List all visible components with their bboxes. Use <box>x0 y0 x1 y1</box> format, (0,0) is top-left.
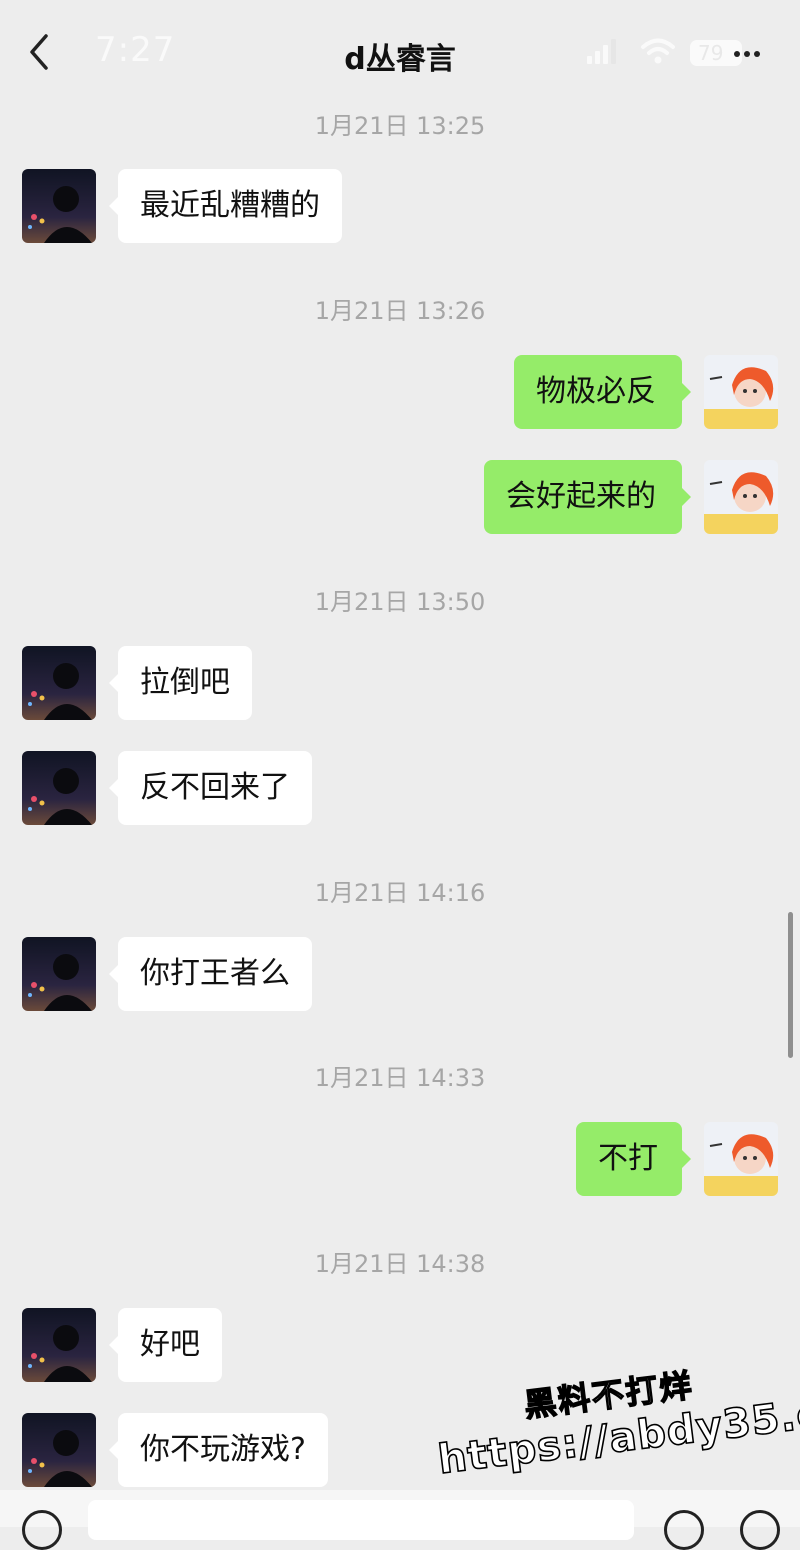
add-icon[interactable] <box>740 1510 780 1550</box>
my-avatar[interactable] <box>704 460 778 534</box>
message-bubble-received[interactable]: 好吧 <box>109 1308 222 1382</box>
chat-title: d丛睿言 <box>344 42 456 77</box>
message-bubble-sent[interactable]: 不打 <box>576 1122 691 1196</box>
more-icon[interactable] <box>734 42 770 62</box>
input-bar <box>0 1490 800 1550</box>
top-bar: 7:27 d丛睿言 79 <box>0 0 800 95</box>
message-bubble-received[interactable]: 你不玩游戏? <box>109 1413 328 1487</box>
watermark: 黑料不打烊 https://abdy35.com <box>430 1336 800 1484</box>
emoji-icon[interactable] <box>664 1510 704 1550</box>
contact-avatar[interactable] <box>22 1308 96 1382</box>
message-bubble-received[interactable]: 最近乱糟糟的 <box>109 169 342 243</box>
signal-icon <box>587 39 616 64</box>
scrollbar[interactable] <box>788 912 793 1058</box>
contact-avatar[interactable] <box>22 751 96 825</box>
wifi-icon <box>641 38 675 64</box>
timestamp: 1月21日 14:38 <box>314 1250 486 1278</box>
message-bubble-received[interactable]: 反不回来了 <box>109 751 312 825</box>
voice-icon[interactable] <box>22 1510 62 1550</box>
timestamp: 1月21日 14:16 <box>314 879 486 907</box>
message-bubble-received[interactable]: 拉倒吧 <box>109 646 252 720</box>
contact-avatar[interactable] <box>22 169 96 243</box>
message-bubble-received[interactable]: 你打王者么 <box>109 937 312 1011</box>
timestamp: 1月21日 13:26 <box>314 297 486 325</box>
timestamp: 1月21日 14:33 <box>314 1064 486 1092</box>
contact-avatar[interactable] <box>22 1413 96 1487</box>
contact-avatar[interactable] <box>22 646 96 720</box>
message-bubble-sent[interactable]: 会好起来的 <box>484 460 691 534</box>
timestamp: 1月21日 13:25 <box>314 112 486 140</box>
message-input[interactable] <box>88 1500 634 1540</box>
message-bubble-sent[interactable]: 物极必反 <box>514 355 691 429</box>
my-avatar[interactable] <box>704 355 778 429</box>
contact-avatar[interactable] <box>22 937 96 1011</box>
timestamp: 1月21日 13:50 <box>314 588 486 616</box>
my-avatar[interactable] <box>704 1122 778 1196</box>
